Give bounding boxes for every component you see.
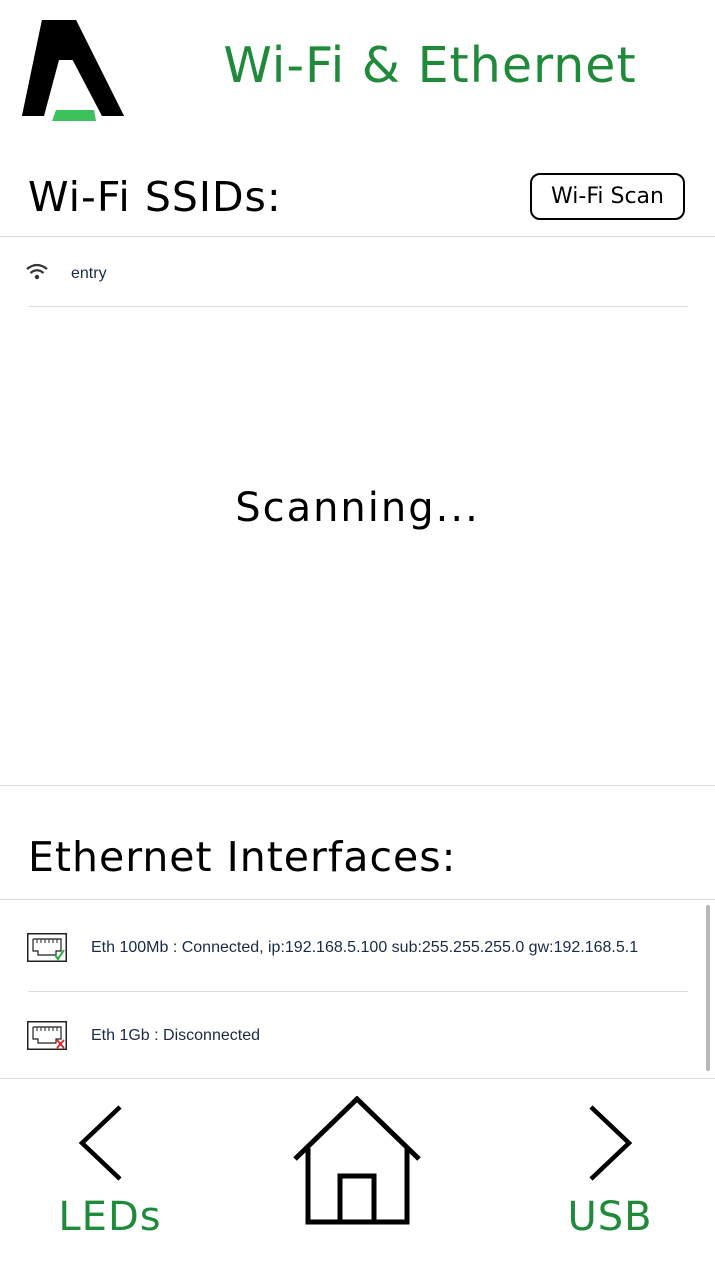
ethernet-interface-item[interactable]: Eth 100Mb : Connected, ip:192.168.5.100 …: [0, 900, 700, 991]
home-button[interactable]: [292, 1095, 422, 1226]
wifi-ssid-label: entry: [71, 265, 107, 282]
ethernet-interface-label: Eth 1Gb : Disconnected: [91, 1027, 260, 1044]
nav-prev-label: LEDs: [58, 1194, 162, 1240]
page-title: Wi-Fi & Ethernet: [223, 37, 637, 94]
nav-prev-button[interactable]: LEDs: [40, 1096, 180, 1246]
scrollbar[interactable]: [706, 905, 710, 1071]
wifi-scan-button[interactable]: Wi-Fi Scan: [530, 173, 685, 220]
scanning-status: Scanning...: [235, 485, 480, 531]
home-icon: [292, 1095, 422, 1226]
ethernet-disconnected-icon: [27, 1021, 67, 1050]
wifi-network-item[interactable]: entry: [0, 237, 715, 306]
ethernet-connected-icon: [27, 933, 67, 962]
divider: [0, 785, 715, 786]
divider: [0, 1078, 715, 1079]
nav-next-label: USB: [567, 1194, 653, 1240]
ethernet-section-title: Ethernet Interfaces:: [28, 833, 457, 881]
wifi-icon: [25, 262, 49, 282]
divider: [28, 306, 688, 307]
ethernet-interface-label: Eth 100Mb : Connected, ip:192.168.5.100 …: [91, 939, 639, 956]
nav-next-button[interactable]: USB: [540, 1096, 680, 1246]
chevron-left-icon: [76, 1104, 126, 1182]
chevron-right-icon: [585, 1104, 635, 1182]
ethernet-interface-item[interactable]: Eth 1Gb : Disconnected: [0, 992, 700, 1078]
app-logo: [22, 20, 124, 122]
wifi-section-title: Wi-Fi SSIDs:: [28, 173, 282, 221]
